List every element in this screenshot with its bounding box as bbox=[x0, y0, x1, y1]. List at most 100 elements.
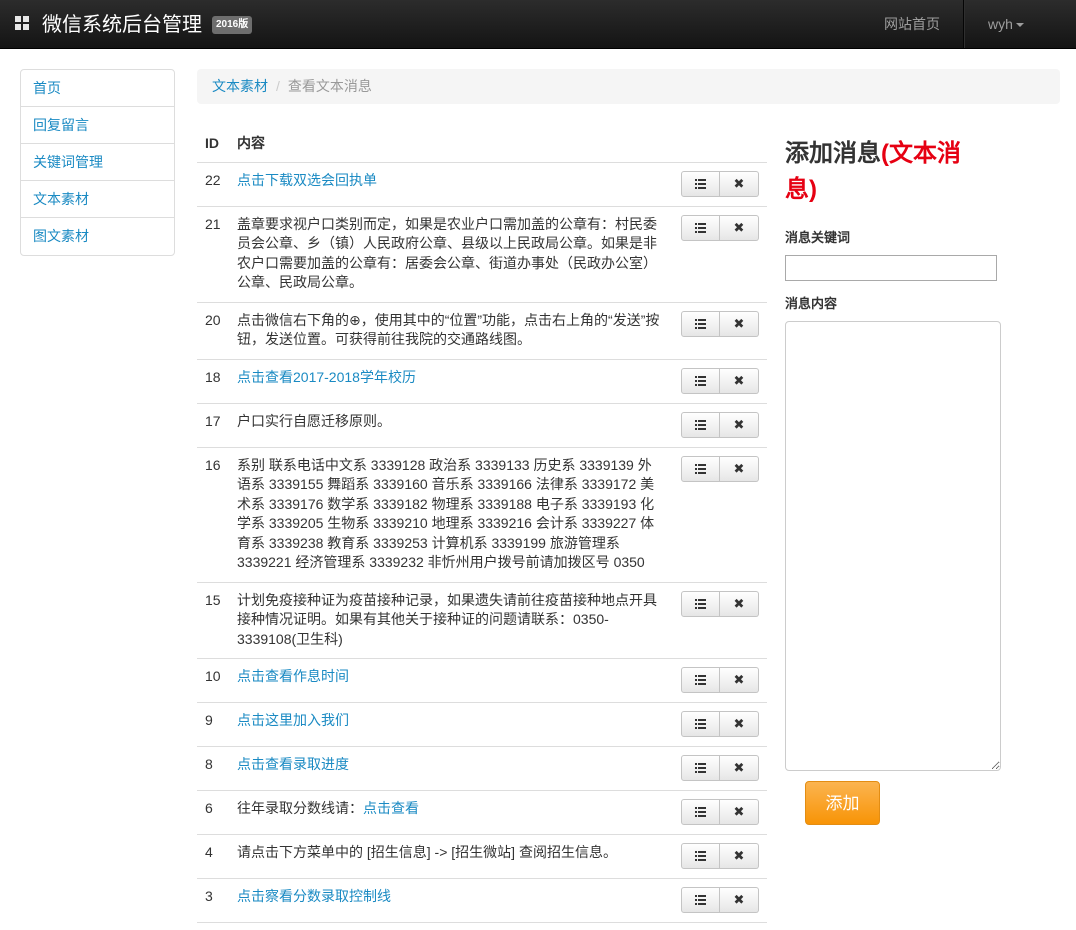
content-textarea[interactable] bbox=[785, 321, 1001, 771]
row-actions: ✖ bbox=[673, 746, 767, 791]
delete-button[interactable]: ✖ bbox=[720, 887, 759, 913]
sidebar-item-home[interactable]: 首页 bbox=[21, 70, 174, 107]
close-icon: ✖ bbox=[733, 804, 745, 820]
detail-button[interactable] bbox=[681, 755, 720, 781]
delete-button[interactable]: ✖ bbox=[720, 411, 759, 438]
row-link[interactable]: 点击查看2017-2018学年校历 bbox=[237, 369, 416, 385]
detail-button[interactable] bbox=[681, 170, 720, 197]
row-button-group: ✖ bbox=[681, 590, 759, 617]
row-actions: ✖ bbox=[673, 162, 767, 207]
list-icon bbox=[695, 598, 706, 609]
detail-button[interactable] bbox=[681, 799, 720, 825]
table-row: 22 点击下载双选会回执单 ✖ bbox=[197, 162, 767, 207]
row-actions: ✖ bbox=[673, 878, 767, 923]
delete-button[interactable]: ✖ bbox=[720, 711, 759, 737]
row-link[interactable]: 点击察看分数录取控制线 bbox=[237, 888, 391, 904]
delete-button[interactable]: ✖ bbox=[720, 170, 759, 197]
row-content: 点击微信右下角的⊕，使用其中的“位置”功能，点击右上角的“发送”按钮，发送位置。… bbox=[229, 302, 673, 360]
delete-button[interactable]: ✖ bbox=[720, 367, 759, 394]
list-icon bbox=[695, 719, 706, 729]
row-link[interactable]: 点击查看录取进度 bbox=[237, 756, 349, 772]
row-id: 20 bbox=[197, 302, 229, 360]
delete-button[interactable]: ✖ bbox=[720, 843, 759, 869]
row-link[interactable]: 点击查看作息时间 bbox=[237, 668, 349, 684]
detail-button[interactable] bbox=[681, 455, 720, 482]
row-button-group: ✖ bbox=[681, 170, 759, 197]
detail-button[interactable] bbox=[681, 887, 720, 913]
row-actions: ✖ bbox=[673, 702, 767, 747]
column-header-actions bbox=[673, 124, 767, 163]
brand-title[interactable]: 微信系统后台管理 bbox=[42, 12, 202, 38]
list-icon bbox=[695, 222, 706, 233]
close-icon: ✖ bbox=[733, 760, 745, 776]
row-id: 21 bbox=[197, 206, 229, 303]
table-row: 18 点击查看2017-2018学年校历 ✖ bbox=[197, 359, 767, 404]
close-icon: ✖ bbox=[733, 315, 745, 331]
close-icon: ✖ bbox=[733, 716, 745, 732]
add-button[interactable]: 添加 bbox=[805, 781, 880, 825]
list-icon bbox=[695, 675, 706, 685]
row-actions: ✖ bbox=[673, 206, 767, 303]
sidebar: 首页 回复留言 关键词管理 文本素材 图文素材 bbox=[20, 69, 175, 256]
user-menu[interactable]: wyh bbox=[966, 0, 1046, 48]
row-button-group: ✖ bbox=[681, 310, 759, 337]
row-content: 点击查看2017-2018学年校历 bbox=[229, 359, 673, 404]
table-body: 22 点击下载双选会回执单 ✖ 21 盖章要求视户口类别而定，如果是农业户口需加盖的公章… bbox=[197, 162, 767, 923]
table-row: 15 计划免疫接种证为疫苗接种记录，如果遗失请前往疫苗接种地点开具接种情况证明。如… bbox=[197, 582, 767, 659]
close-icon: ✖ bbox=[733, 848, 745, 864]
row-button-group: ✖ bbox=[681, 455, 759, 482]
content-label: 消息内容 bbox=[785, 296, 838, 311]
row-actions: ✖ bbox=[673, 582, 767, 659]
delete-button[interactable]: ✖ bbox=[720, 799, 759, 825]
sidebar-item-text-material[interactable]: 文本素材 bbox=[21, 181, 174, 218]
delete-button[interactable]: ✖ bbox=[720, 755, 759, 781]
delete-button[interactable]: ✖ bbox=[720, 667, 759, 693]
row-button-group: ✖ bbox=[681, 711, 759, 737]
table-row: 9 点击这里加入我们 ✖ bbox=[197, 702, 767, 747]
row-text: 往年录取分数线请： bbox=[237, 800, 363, 816]
row-text: 点击微信右下角的⊕，使用其中的“位置”功能，点击右上角的“发送”按钮，发送位置。… bbox=[237, 311, 660, 348]
close-icon: ✖ bbox=[733, 460, 745, 476]
row-button-group: ✖ bbox=[681, 799, 759, 825]
detail-button[interactable] bbox=[681, 214, 720, 241]
row-link[interactable]: 点击下载双选会回执单 bbox=[237, 172, 377, 188]
detail-button[interactable] bbox=[681, 667, 720, 693]
sidebar-item-news-material[interactable]: 图文素材 bbox=[21, 218, 174, 255]
row-content: 点击查看录取进度 bbox=[229, 746, 673, 791]
row-actions: ✖ bbox=[673, 359, 767, 404]
sidebar-item-replies[interactable]: 回复留言 bbox=[21, 107, 174, 144]
detail-button[interactable] bbox=[681, 711, 720, 737]
user-name: wyh bbox=[988, 16, 1013, 32]
detail-button[interactable] bbox=[681, 843, 720, 869]
detail-button[interactable] bbox=[681, 310, 720, 337]
breadcrumb-parent-link[interactable]: 文本素材 bbox=[212, 78, 268, 94]
row-text: 户口实行自愿迁移原则。 bbox=[237, 412, 391, 429]
row-actions: ✖ bbox=[673, 403, 767, 448]
table-row: 17 户口实行自愿迁移原则。 ✖ bbox=[197, 403, 767, 448]
close-icon: ✖ bbox=[733, 672, 745, 688]
delete-button[interactable]: ✖ bbox=[720, 455, 759, 482]
sidebar-item-keywords[interactable]: 关键词管理 bbox=[21, 144, 174, 181]
site-home-link[interactable]: 网站首页 bbox=[864, 0, 960, 48]
delete-button[interactable]: ✖ bbox=[720, 214, 759, 241]
row-actions: ✖ bbox=[673, 834, 767, 879]
delete-button[interactable]: ✖ bbox=[720, 310, 759, 337]
top-navbar: 微信系统后台管理 2016版 网站首页 wyh bbox=[0, 0, 1076, 49]
breadcrumb-current: 查看文本消息 bbox=[287, 78, 372, 94]
row-link[interactable]: 点击查看 bbox=[363, 800, 419, 816]
detail-button[interactable] bbox=[681, 590, 720, 617]
keyword-input[interactable] bbox=[785, 255, 997, 281]
row-id: 18 bbox=[197, 359, 229, 404]
row-link[interactable]: 点击这里加入我们 bbox=[237, 712, 349, 728]
column-header-id: ID bbox=[197, 124, 229, 163]
delete-button[interactable]: ✖ bbox=[720, 590, 759, 617]
list-icon bbox=[695, 807, 706, 817]
detail-button[interactable] bbox=[681, 411, 720, 438]
form-title-text: 添加消息 bbox=[785, 140, 881, 167]
list-icon bbox=[695, 318, 706, 329]
list-icon bbox=[695, 463, 706, 474]
breadcrumb: 文本素材 / 查看文本消息 bbox=[197, 69, 1060, 104]
form-title: 添加消息(文本消息) bbox=[785, 136, 985, 208]
detail-button[interactable] bbox=[681, 367, 720, 394]
row-id: 8 bbox=[197, 746, 229, 791]
